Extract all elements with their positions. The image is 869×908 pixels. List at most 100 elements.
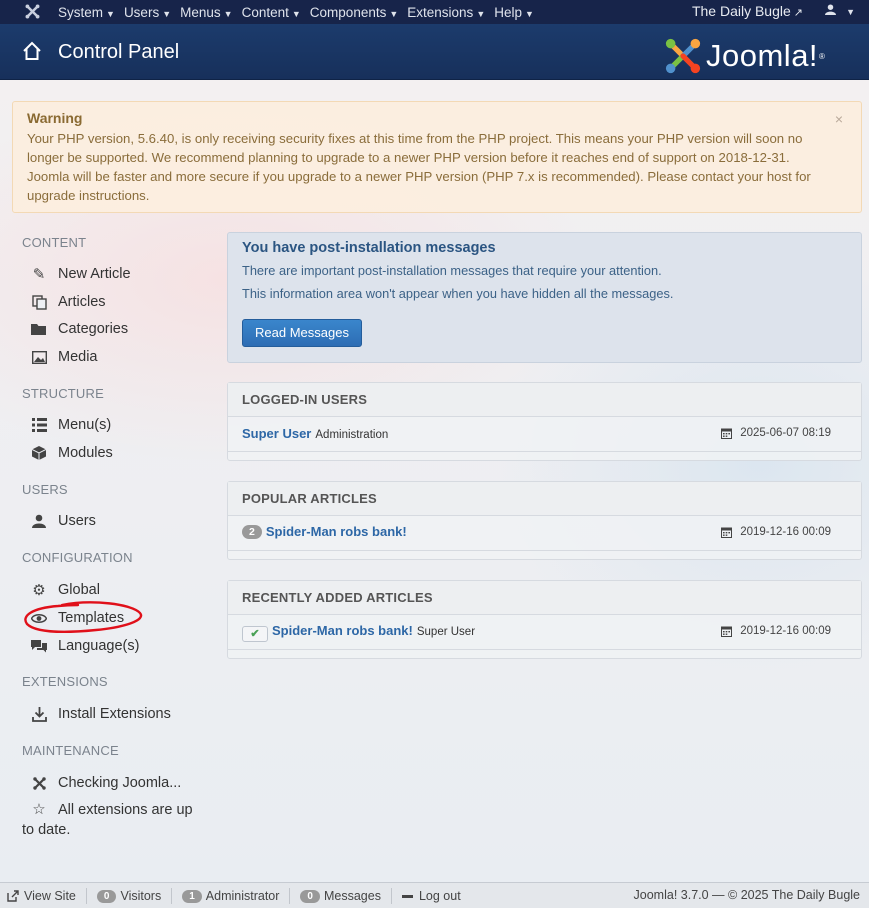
sidebar-heading-users: USERS [22,482,68,497]
calendar-icon [721,428,733,439]
sidebar-heading-maintenance: MAINTENANCE [22,743,119,758]
menu-components[interactable]: Components ▼ [310,5,398,20]
comments-icon [30,637,48,655]
sidebar-heading-configuration: CONFIGURATION [22,550,133,565]
caret-down-icon: ▼ [106,8,115,19]
sidebar-item-categories[interactable]: Categories [30,320,128,338]
folder-icon [30,320,48,338]
menu-users[interactable]: Users ▼ [124,5,171,20]
red-annotation-circle [24,601,143,633]
user-icon [825,4,837,15]
administrator-count: 1 Administrator [182,889,279,903]
download-icon [30,705,48,723]
visitors-count: 0 Visitors [96,889,161,903]
menu-extensions[interactable]: Extensions ▼ [407,5,485,20]
sidebar-item-checking-joomla[interactable]: Checking Joomla... [30,774,181,792]
published-check-icon[interactable]: ✔ [242,626,268,642]
joomla-brand-icon[interactable] [24,3,41,20]
caret-down-icon: ▼ [162,8,172,19]
sidebar-item-extensions-up-to-date[interactable]: ☆ All extensions are up to date. [22,800,198,840]
caret-down-icon: ▼ [291,8,301,19]
sidebar-item-articles[interactable]: Articles [30,293,106,311]
menu-help[interactable]: Help ▼ [494,5,534,20]
registered-mark: ® [819,51,825,61]
count-badge: 0 [300,889,320,903]
calendar-icon [721,527,733,538]
joomla-logo-icon [665,38,701,74]
sidebar-item-modules[interactable]: Modules [30,444,113,462]
warning-title: Warning [27,110,83,126]
caret-down-icon: ▼ [389,8,399,19]
article-date: 2019-12-16 00:09 [721,625,831,637]
article-link[interactable]: ✔ Spider-Man robs bank! Super User [242,623,475,642]
logout-link[interactable]: Log out [401,889,461,903]
image-icon [30,348,48,366]
module-title: RECENTLY ADDED ARTICLES [228,581,861,615]
list-icon [30,416,48,434]
user-link[interactable]: Super User Administration [242,426,388,441]
menu-system[interactable]: System ▼ [58,5,115,20]
list-item: Super User Administration 2025-06-07 08:1… [228,417,861,452]
postinstall-title: You have post-installation messages [242,240,496,256]
article-link[interactable]: 2 Spider-Man robs bank! [242,524,407,539]
list-item: ✔ Spider-Man robs bank! Super User 2019-12… [228,615,861,650]
site-link[interactable]: The Daily Bugle ↗ [692,3,803,19]
list-item: 2 Spider-Man robs bank! 2019-12-16 00:09 [228,516,861,551]
caret-down-icon: ▼ [223,8,233,19]
module-title: POPULAR ARTICLES [228,482,861,516]
messages-link[interactable]: 0 Messages [300,889,381,903]
gear-icon: ⚙ [32,582,46,599]
menu-menus[interactable]: Menus ▼ [180,5,232,20]
page-header: Control Panel Joomla! ® [0,24,869,80]
sidebar-heading-structure: STRUCTURE [22,386,104,401]
copy-icon [30,293,48,311]
cube-icon [30,444,48,462]
post-installation-messages: You have post-installation messages Ther… [227,232,862,363]
postinstall-hint: This information area won't appear when … [242,286,674,301]
joomla-icon [30,774,48,792]
logo-text: Joomla! [706,38,819,73]
article-date: 2019-12-16 00:09 [721,526,831,538]
recently-added-articles-module: RECENTLY ADDED ARTICLES ✔ Spider-Man robs… [227,580,862,659]
sidebar-item-new-article[interactable]: ✎ New Article [30,265,131,283]
warning-text: Your PHP version, 5.6.40, is only receiv… [27,131,811,203]
popular-articles-module: POPULAR ARTICLES 2 Spider-Man robs bank! … [227,481,862,560]
external-link-icon: ↗ [793,7,803,19]
menu-content[interactable]: Content ▼ [242,5,301,20]
module-title: LOGGED-IN USERS [228,383,861,417]
close-icon[interactable]: × [835,111,843,127]
caret-down-icon: ▼ [525,8,534,19]
login-date: 2025-06-07 08:19 [721,427,831,439]
php-warning-alert: Warning Your PHP version, 5.6.40, is onl… [12,101,862,213]
postinstall-text: There are important post-installation me… [242,263,662,278]
view-site-link[interactable]: View Site [7,889,76,903]
home-icon [23,41,41,60]
sidebar-item-install-extensions[interactable]: Install Extensions [30,705,171,723]
caret-down-icon: ▼ [476,8,486,19]
sidebar-item-users[interactable]: Users [30,512,96,530]
sidebar-item-media[interactable]: Media [30,348,98,366]
sidebar-item-languages[interactable]: Language(s) [30,637,139,655]
count-badge: 1 [182,889,202,903]
user-menu[interactable]: ▼ [825,3,855,18]
status-bar: View Site 0 Visitors 1 Administrator 0 M… [0,882,869,908]
main-menu: System ▼ Users ▼ Menus ▼ Content ▼ Component… [58,0,543,24]
user-location: Administration [315,429,389,441]
users-icon [30,512,48,530]
joomla-logo: Joomla! ® [664,36,825,76]
sidebar-item-global[interactable]: ⚙ Global [30,581,100,599]
article-author: Super User [416,626,476,638]
sidebar-heading-content: CONTENT [22,235,87,250]
pencil-icon: ✎ [32,266,46,283]
read-messages-button[interactable]: Read Messages [242,319,362,347]
sidebar-item-menus[interactable]: Menu(s) [30,416,111,434]
external-link-icon [7,890,19,902]
top-navbar: System ▼ Users ▼ Menus ▼ Content ▼ Component… [0,0,869,24]
logged-in-users-module: LOGGED-IN USERS Super User Administration… [227,382,862,461]
minus-icon [401,894,413,898]
calendar-icon [721,626,733,637]
count-badge: 0 [96,889,117,903]
caret-down-icon: ▼ [846,7,855,17]
page-title: Control Panel [58,41,180,63]
hits-badge: 2 [242,525,262,539]
